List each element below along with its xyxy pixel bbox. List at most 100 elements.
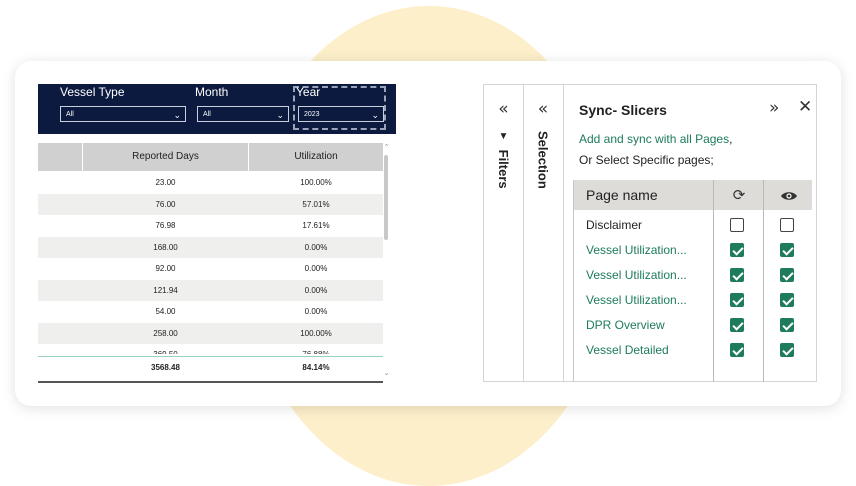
reported-days-cell: 168.00 [153, 242, 178, 252]
year-dropdown[interactable]: 2023 ⌄ [298, 106, 384, 122]
selection-pane-collapsed[interactable]: « Selection [523, 85, 564, 381]
table-row: 92.00 0.00% [38, 258, 383, 280]
sync-checkbox[interactable] [730, 343, 744, 357]
reported-days-cell: 54.00 [155, 307, 176, 316]
utilization-cell: 0.00% [304, 242, 328, 252]
chevron-down-icon: ⌄ [371, 110, 379, 120]
reported-days-cell: 258.00 [153, 328, 178, 338]
page-name[interactable]: DPR Overview [586, 313, 665, 338]
filters-tab[interactable]: ▼ Filters [496, 131, 511, 189]
table-bottom-border [38, 381, 383, 383]
visible-checkbox[interactable] [780, 268, 794, 282]
reported-days-cell: 121.94 [153, 285, 178, 295]
column-header-utilization[interactable]: Utilization [249, 143, 383, 171]
report-visual: Vessel Type All ⌄ Month All ⌄ Year 2023 … [38, 84, 396, 383]
double-chevron-left-icon[interactable]: « [523, 99, 563, 119]
selection-label: Selection [535, 131, 551, 189]
vessel-type-value: All [66, 111, 74, 118]
visible-checkbox[interactable] [780, 318, 794, 332]
scroll-down-icon[interactable]: ⌄ [383, 369, 390, 377]
page-row-vessel-utilization: Vessel Utilization... [574, 238, 812, 263]
eye-icon [764, 180, 814, 210]
column-header-reported-days[interactable]: Reported Days [83, 143, 248, 171]
reported-days-cell: 76.00 [155, 199, 176, 209]
utilization-cell: 0.00% [304, 285, 328, 295]
sync-checkbox[interactable] [730, 293, 744, 307]
utilization-cell: 0.00% [304, 307, 328, 316]
vessel-type-label: Vessel Type [60, 85, 125, 99]
page-name[interactable]: Vessel Utilization... [586, 288, 687, 313]
month-dropdown[interactable]: All ⌄ [197, 106, 289, 122]
page-row-vessel-utilization: Vessel Utilization... [574, 263, 812, 288]
chevron-down-icon: ⌄ [276, 110, 284, 120]
add-sync-all-text: Add and sync with all Pages [579, 132, 730, 146]
table-row: 54.00 0.00% [38, 301, 383, 323]
utilization-cell: 17.61% [302, 221, 330, 230]
year-value: 2023 [304, 111, 320, 118]
sync-checkbox[interactable] [730, 218, 744, 232]
visible-checkbox[interactable] [780, 343, 794, 357]
utilization-cell: 100.00% [300, 178, 332, 187]
table-body: 23.00 100.00% 76.00 57.01% 76.98 17.61% … [38, 172, 383, 354]
total-separator [38, 356, 383, 357]
scrollbar-thumb[interactable] [384, 155, 388, 240]
total-row: 3568.48 84.14% [38, 358, 383, 380]
pages-grid: Page name ⟳ Disclaimer Vessel Utilizatio… [573, 180, 812, 382]
table-row: 121.94 0.00% [38, 279, 383, 301]
utilization-cell: 100.00% [300, 328, 332, 338]
utilization-cell: 76.88% [249, 344, 383, 354]
add-sync-all-link[interactable]: Add and sync with all Pages, [579, 132, 732, 146]
page-name[interactable]: Vessel Utilization... [586, 263, 687, 288]
page-row-disclaimer: Disclaimer [574, 213, 812, 238]
filters-pane-collapsed[interactable]: « ▼ Filters [484, 85, 524, 381]
close-icon[interactable]: ✕ [798, 97, 812, 117]
reported-days-cell: 369.50 [83, 344, 248, 354]
page-row-dpr-overview: DPR Overview [574, 313, 812, 338]
table-row: 76.98 17.61% [38, 215, 383, 237]
select-pages-instruction: Or Select Specific pages; [579, 153, 714, 167]
selection-tab[interactable]: Selection [536, 131, 551, 189]
chevron-down-icon: ⌄ [173, 110, 181, 120]
page-name[interactable]: Vessel Utilization... [586, 238, 687, 263]
filters-label: Filters [496, 149, 511, 189]
slicer-bar: Vessel Type All ⌄ Month All ⌄ Year 2023 … [38, 84, 396, 134]
year-label: Year [296, 85, 321, 99]
visible-checkbox[interactable] [780, 243, 794, 257]
month-label: Month [195, 85, 229, 99]
table-row: 168.00 0.00% [38, 236, 383, 258]
table-row: 23.00 100.00% [38, 172, 383, 194]
total-reported-days: 3568.48 [151, 363, 180, 372]
table-row: 369.50 76.88% [38, 344, 383, 354]
double-chevron-right-icon[interactable]: » [769, 98, 779, 118]
visible-checkbox[interactable] [780, 218, 794, 232]
funnel-icon: ▼ [498, 131, 509, 142]
pane-title: Sync- Slicers [579, 102, 667, 118]
sync-checkbox[interactable] [730, 318, 744, 332]
reported-days-cell: 92.00 [155, 264, 176, 273]
utilization-cell: 0.00% [304, 264, 328, 273]
sync-checkbox[interactable] [730, 268, 744, 282]
page-row-vessel-detailed: Vessel Detailed [574, 338, 812, 363]
pages-grid-header: Page name ⟳ [574, 180, 812, 210]
reported-days-cell: 76.98 [155, 221, 176, 230]
month-value: All [203, 111, 211, 118]
reported-days-cell: 23.00 [155, 178, 176, 187]
visible-checkbox[interactable] [780, 293, 794, 307]
vertical-scrollbar[interactable]: ⌃ ⌄ [383, 143, 390, 381]
sync-checkbox[interactable] [730, 243, 744, 257]
table-header: Reported Days Utilization [38, 143, 383, 171]
table-row: 76.00 57.01% [38, 193, 383, 215]
add-sync-comma: , [729, 132, 733, 146]
page-row-vessel-utilization: Vessel Utilization... [574, 288, 812, 313]
double-chevron-left-icon[interactable]: « [484, 99, 523, 119]
table-row: 258.00 100.00% [38, 322, 383, 344]
refresh-icon: ⟳ [732, 186, 746, 204]
sync-slicers-pane: « ▼ Filters « Selection Sync- Slicers » … [483, 84, 817, 382]
page-name[interactable]: Vessel Detailed [586, 338, 669, 363]
vessel-type-dropdown[interactable]: All ⌄ [60, 106, 186, 122]
total-utilization: 84.14% [302, 363, 330, 372]
scroll-up-icon[interactable]: ⌃ [383, 143, 390, 151]
page-name-header: Page name [586, 187, 658, 203]
utilization-cell: 57.01% [302, 199, 330, 209]
page-name: Disclaimer [586, 218, 643, 232]
